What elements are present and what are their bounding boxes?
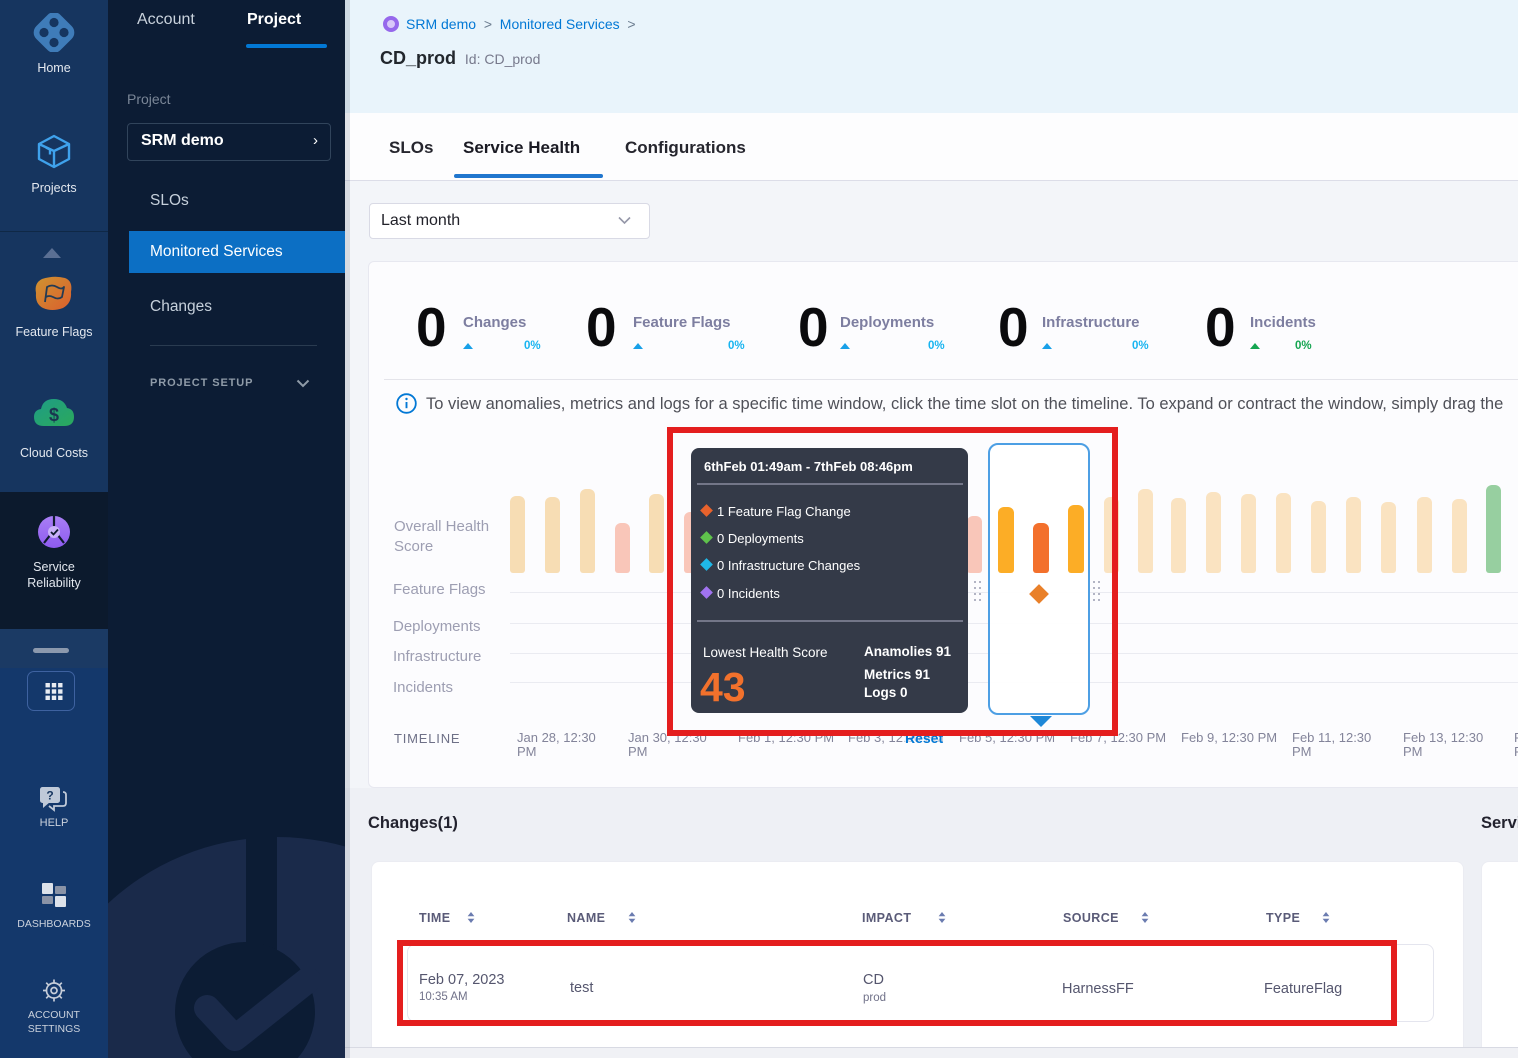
svg-text:?: ? (46, 789, 53, 803)
svg-text:$: $ (49, 405, 59, 425)
